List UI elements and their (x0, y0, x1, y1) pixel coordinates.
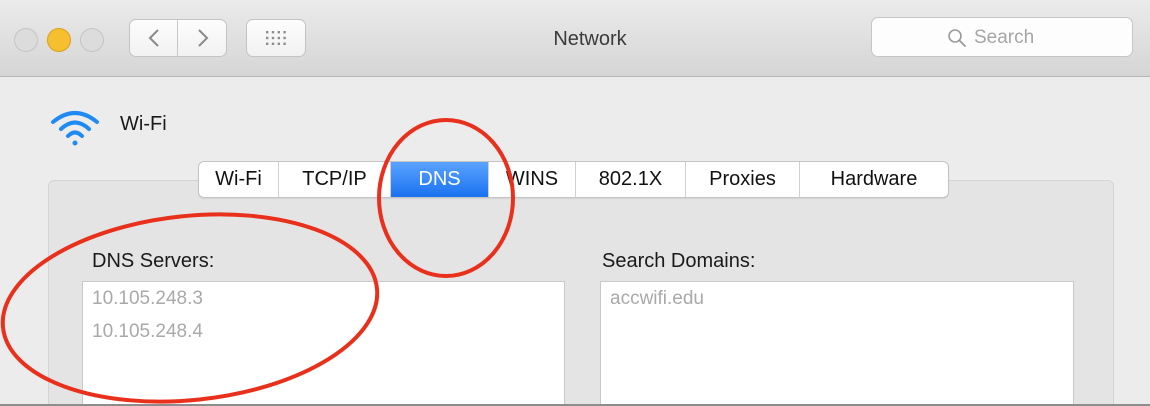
grid-icon (266, 31, 286, 45)
chevron-left-icon (148, 29, 159, 47)
chevron-right-icon (198, 29, 209, 47)
title-bar: Network Search (0, 0, 1150, 77)
tab-bar: Wi-Fi TCP/IP DNS WINS 802.1X Proxies Har… (198, 161, 949, 198)
dns-server-item[interactable]: 10.105.248.4 (83, 315, 564, 348)
search-domains-list[interactable]: accwifi.edu (600, 281, 1074, 406)
show-all-button[interactable] (246, 19, 306, 57)
search-domain-item[interactable]: accwifi.edu (601, 282, 1073, 315)
close-button[interactable] (14, 28, 38, 52)
tab-8021x[interactable]: 802.1X (576, 162, 686, 197)
navigation-buttons (129, 19, 227, 57)
search-field[interactable]: Search (871, 17, 1133, 57)
tab-hardware[interactable]: Hardware (800, 162, 948, 197)
network-preferences-window: Network Search Wi-Fi Wi-Fi TCP/IP DNS WI… (0, 0, 1150, 406)
back-button[interactable] (130, 20, 178, 56)
minimize-button[interactable] (47, 28, 71, 52)
dns-server-item[interactable]: 10.105.248.3 (83, 282, 564, 315)
tab-wifi[interactable]: Wi-Fi (199, 162, 279, 197)
search-placeholder: Search (974, 27, 1035, 48)
tab-tcpip[interactable]: TCP/IP (279, 162, 391, 197)
dns-servers-list[interactable]: 10.105.248.3 10.105.248.4 (82, 281, 565, 406)
forward-button[interactable] (179, 20, 227, 56)
tab-wins[interactable]: WINS (489, 162, 576, 197)
interface-name: Wi-Fi (120, 113, 167, 135)
zoom-button[interactable] (80, 28, 104, 52)
wifi-icon (51, 111, 99, 146)
search-domains-label: Search Domains: (602, 250, 756, 272)
search-icon (948, 29, 966, 47)
tab-dns[interactable]: DNS (391, 162, 489, 197)
window-title: Network (553, 28, 627, 50)
dns-servers-label: DNS Servers: (92, 250, 215, 272)
tab-proxies[interactable]: Proxies (686, 162, 800, 197)
